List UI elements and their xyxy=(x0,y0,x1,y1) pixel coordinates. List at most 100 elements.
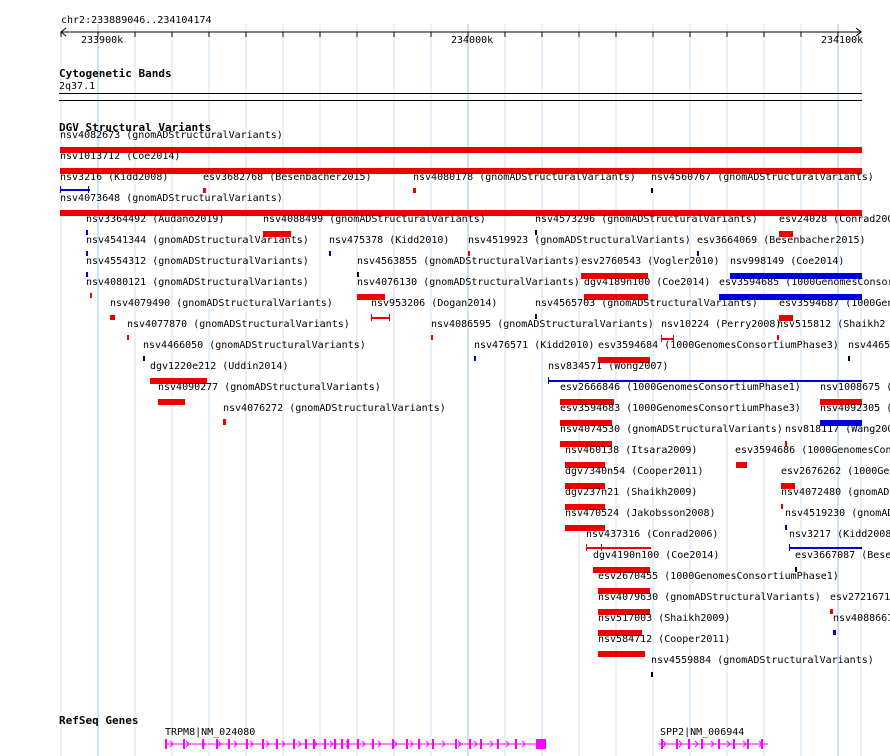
variant-end-tick xyxy=(548,377,549,384)
variant-bar[interactable] xyxy=(833,630,836,635)
gene-exon xyxy=(480,739,482,749)
variant-bar[interactable] xyxy=(789,547,862,549)
variant-bar[interactable] xyxy=(651,672,653,677)
variant-label: esv3594684 (1000GenomesConsortiumPhase3) xyxy=(598,340,839,351)
refseq-track-title[interactable]: RefSeq Genes xyxy=(59,714,138,727)
variant-end-tick xyxy=(88,186,89,193)
coordinate-ruler[interactable] xyxy=(0,24,890,64)
gene-exon xyxy=(432,739,434,749)
variant-label: nsv3364492 (Audano2019) xyxy=(86,214,225,225)
variant-label: nsv834571 (Wong2007) xyxy=(548,361,669,372)
variant-label: esv3594687 (1000Gen xyxy=(779,298,890,309)
variant-end-tick xyxy=(371,314,372,321)
gene-exon xyxy=(246,739,248,749)
variant-label: nsv4519230 (gnomAD xyxy=(785,508,890,519)
variant-bar[interactable] xyxy=(781,504,783,509)
variant-bar[interactable] xyxy=(158,399,185,405)
variant-label: nsv4086595 (gnomADStructuralVariants) xyxy=(431,319,654,330)
gene-exon xyxy=(392,739,394,749)
refseq-gene-models[interactable] xyxy=(0,736,890,756)
variant-label: nsv460138 (Itsara2009) xyxy=(565,445,698,456)
variant-end-tick xyxy=(789,544,790,551)
gene-exon xyxy=(313,739,315,749)
variant-label: dgv4190n100 (Coe2014) xyxy=(593,550,720,561)
cytoband-track-title[interactable]: Cytogenetic Bands xyxy=(59,67,172,80)
variant-label: nsv1008675 (Coe xyxy=(820,382,890,393)
variant-bar[interactable] xyxy=(110,315,115,320)
gene-exon xyxy=(357,739,359,749)
variant-label: nsv475378 (Kidd2010) xyxy=(329,235,450,246)
gene-exon xyxy=(455,739,457,749)
gene-exon xyxy=(324,739,326,749)
gene-model-trpm8[interactable] xyxy=(165,739,546,749)
gene-model-spp2[interactable] xyxy=(658,739,768,749)
variant-label: nsv4088661 xyxy=(833,613,890,624)
variant-label: nsv4092305 (gno xyxy=(820,403,890,414)
gene-exon xyxy=(293,739,295,749)
variant-label: esv2670455 (1000GenomesConsortiumPhase1) xyxy=(598,571,839,582)
cytoband-ideogram[interactable] xyxy=(59,93,862,101)
variant-bar[interactable] xyxy=(371,317,389,319)
variant-bar[interactable] xyxy=(127,335,129,340)
gene-exon xyxy=(202,739,204,749)
variant-bar[interactable] xyxy=(586,547,651,549)
variant-bar[interactable] xyxy=(431,335,433,340)
variant-bar[interactable] xyxy=(90,293,92,298)
variant-label: dgv4189n100 (Coe2014) xyxy=(584,277,711,288)
variant-bar[interactable] xyxy=(598,651,645,657)
variant-label: nsv4466050 (gnomADStructuralVariants) xyxy=(143,340,366,351)
variant-label: esv2666846 (1000GenomesConsortiumPhase1) xyxy=(560,382,801,393)
variant-label: nsv4088499 (gnomADStructuralVariants) xyxy=(263,214,486,225)
gene-exon xyxy=(183,739,185,749)
variant-label: esv2676262 (1000Gen xyxy=(781,466,890,477)
variant-label: nsv4077870 (gnomADStructuralVariants) xyxy=(127,319,350,330)
variant-bar[interactable] xyxy=(413,188,416,193)
variant-bar[interactable] xyxy=(474,356,476,361)
gene-exon xyxy=(497,739,499,749)
variant-label: nsv4519923 (gnomADStructuralVariants) xyxy=(468,235,691,246)
variant-label: nsv4090277 (gnomADStructuralVariants) xyxy=(158,382,381,393)
cytoband-label: 2q37.1 xyxy=(59,81,96,92)
gene-exon xyxy=(216,739,218,749)
variant-end-tick xyxy=(601,544,602,551)
variant-label: esv24028 (Conrad200 xyxy=(779,214,890,225)
variant-label: nsv3216 (Kidd2008) xyxy=(60,172,169,183)
variant-label: nsv953206 (Dogan2014) xyxy=(371,298,498,309)
variant-label: nsv4554312 (gnomADStructuralVariants) xyxy=(86,256,309,267)
variant-bar[interactable] xyxy=(785,525,787,530)
gene-exon xyxy=(372,739,374,749)
variant-bar[interactable] xyxy=(736,462,747,468)
variant-end-tick xyxy=(60,186,61,193)
variant-label: nsv4560767 (gnomADStructuralVariants) xyxy=(651,172,874,183)
variant-bar[interactable] xyxy=(848,356,850,361)
gene-exon xyxy=(228,739,230,749)
variant-label: nsv470524 (Jakobsson2008) xyxy=(565,508,716,519)
variant-label: nsv3217 (Kidd2008 xyxy=(789,529,890,540)
gene-exon xyxy=(701,739,703,749)
grid-lines xyxy=(60,24,862,756)
gene-exon xyxy=(334,739,336,749)
gene-exon xyxy=(733,739,735,749)
gene-exon xyxy=(718,739,720,749)
variant-bar[interactable] xyxy=(223,419,226,425)
gene-exon xyxy=(515,739,517,749)
variant-label: nsv4072480 (gnomAD xyxy=(781,487,890,498)
variant-label: nsv10224 (Perry2008) xyxy=(661,319,782,330)
variant-label: nsv4079490 (gnomADStructuralVariants) xyxy=(110,298,333,309)
variant-label: nsv437316 (Conrad2006) xyxy=(586,529,719,540)
ruler-tick-label: 233900k xyxy=(81,35,124,46)
variant-bar[interactable] xyxy=(651,188,653,193)
variant-bar[interactable] xyxy=(60,189,90,191)
variant-bar[interactable] xyxy=(143,356,145,361)
gene-exon xyxy=(747,739,749,749)
gene-exon xyxy=(688,739,690,749)
genome-browser-view[interactable]: chr2:233889046..234104174 233900k 234000… xyxy=(0,0,890,756)
variant-label: nsv4073648 (gnomADStructuralVariants) xyxy=(60,193,283,204)
variant-end-tick xyxy=(673,335,674,342)
variant-label: nsv4541344 (gnomADStructuralVariants) xyxy=(86,235,309,246)
variant-bar[interactable] xyxy=(329,251,331,256)
variant-label: nsv4573296 (gnomADStructuralVariants) xyxy=(535,214,758,225)
gene-exon xyxy=(305,739,307,749)
variant-label: nsv4080178 (gnomADStructuralVariants) xyxy=(413,172,636,183)
gene-exon xyxy=(341,739,343,749)
